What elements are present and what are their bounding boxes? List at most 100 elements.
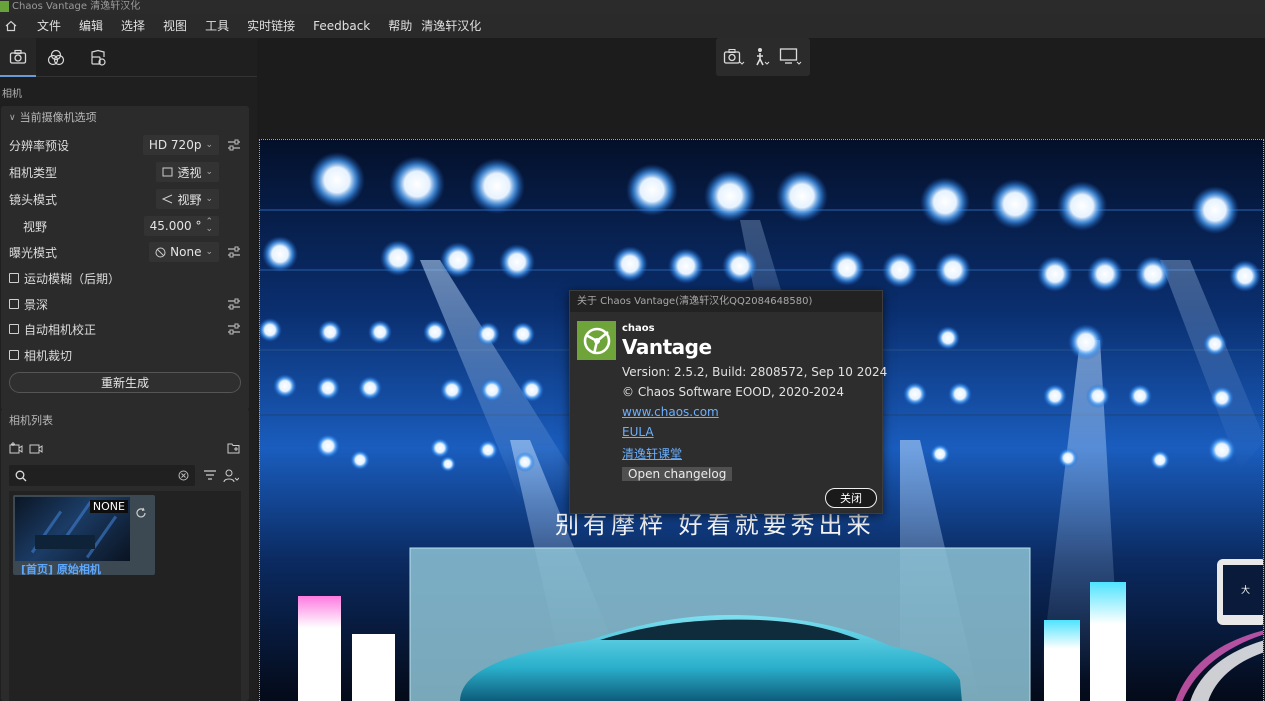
walk-mode-icon[interactable] bbox=[752, 47, 772, 67]
resolution-preset-label: 分辨率预设 bbox=[9, 138, 70, 153]
camera-snapshot-icon[interactable] bbox=[723, 47, 745, 67]
menu-select[interactable]: 选择 bbox=[112, 14, 154, 38]
add-folder-icon[interactable] bbox=[227, 441, 241, 455]
auto-camera-correction-row[interactable]: 自动相机校正 bbox=[9, 318, 241, 340]
camera-item[interactable]: NONE [首页] 原始相机 bbox=[13, 495, 155, 576]
spinner-arrows-icon[interactable]: ⌃ ⌄ bbox=[205, 218, 213, 234]
camera-name: [首页] 原始相机 bbox=[21, 563, 101, 576]
motion-blur-label: 运动模糊（后期） bbox=[24, 271, 121, 286]
camera-type-label: 相机类型 bbox=[9, 165, 58, 180]
camera-type-value: 透视 bbox=[177, 165, 202, 180]
fov-value: 45.000 ° bbox=[149, 219, 202, 233]
camera-type-row: 相机类型 透视 ⌄ bbox=[9, 161, 241, 183]
chevron-down-icon: ∨ bbox=[9, 113, 16, 123]
add-camera-icon[interactable] bbox=[9, 441, 23, 455]
camera-badge: NONE bbox=[89, 500, 128, 513]
depth-of-field-label: 景深 bbox=[24, 297, 49, 312]
color-circles-icon bbox=[47, 49, 65, 65]
resolution-preset-value: HD 720p bbox=[148, 138, 202, 152]
camera-options-title: 当前摄像机选项 bbox=[19, 111, 97, 124]
motion-blur-row[interactable]: 运动模糊（后期） bbox=[9, 267, 241, 289]
open-changelog-button[interactable]: Open changelog bbox=[622, 467, 733, 481]
camera-list-title: 相机列表 bbox=[9, 414, 53, 427]
camera-search-box bbox=[9, 465, 195, 486]
exposure-mode-select[interactable]: None ⌄ bbox=[149, 242, 219, 262]
exposure-mode-row: 曝光模式 None ⌄ bbox=[9, 241, 241, 263]
auto-camera-correction-label: 自动相机校正 bbox=[24, 322, 97, 337]
menu-bar: 文件 编辑 选择 视图 工具 实时链接 Feedback 帮助 清逸轩汉化 bbox=[0, 14, 1265, 38]
menu-edit[interactable]: 编辑 bbox=[70, 14, 112, 38]
menu-localization[interactable]: 清逸轩汉化 bbox=[421, 14, 490, 38]
lens-mode-select[interactable]: 视野 ⌄ bbox=[156, 189, 219, 209]
lens-mode-value: 视野 bbox=[177, 192, 202, 207]
eula-link[interactable]: EULA bbox=[622, 425, 654, 439]
resolution-preset-row: 分辨率预设 HD 720p ⌄ bbox=[9, 134, 241, 156]
camera-list-card: 相机列表 NONE [首页] 原始相机 bbox=[1, 409, 249, 701]
menu-tools[interactable]: 工具 bbox=[196, 14, 238, 38]
camera-crop-label: 相机裁切 bbox=[24, 348, 73, 363]
camera-options-header[interactable]: ∨ 当前摄像机选项 bbox=[1, 106, 249, 130]
camera-type-select[interactable]: 透视 ⌄ bbox=[156, 162, 219, 182]
close-button[interactable]: 关闭 bbox=[825, 488, 877, 508]
chevron-down-icon: ⌄ bbox=[205, 140, 213, 150]
sliders-icon[interactable] bbox=[227, 245, 241, 259]
regenerate-button[interactable]: 重新生成 bbox=[9, 372, 241, 393]
brand-vantage: Vantage bbox=[622, 335, 712, 359]
window-title: Chaos Vantage 清逸轩汉化 bbox=[12, 1, 141, 12]
menu-help[interactable]: 帮助 bbox=[379, 14, 421, 38]
tab-scene-settings[interactable] bbox=[80, 38, 116, 77]
chevron-down-icon: ⌄ bbox=[205, 167, 213, 177]
resolution-preset-select[interactable]: HD 720p ⌄ bbox=[142, 135, 219, 155]
search-icon bbox=[15, 470, 27, 481]
brand-chaos: chaos bbox=[622, 323, 655, 334]
tab-render-settings[interactable] bbox=[38, 38, 74, 77]
sliders-icon[interactable] bbox=[227, 322, 241, 336]
camera-crop-checkbox[interactable] bbox=[9, 350, 19, 360]
menu-file[interactable]: 文件 bbox=[28, 14, 70, 38]
vantage-logo-icon bbox=[577, 321, 616, 360]
lens-mode-label: 镜头模式 bbox=[9, 192, 58, 207]
depth-of-field-checkbox[interactable] bbox=[9, 299, 19, 309]
fov-spinbox[interactable]: 45.000 ° ⌃ ⌄ bbox=[143, 216, 219, 236]
home-icon[interactable] bbox=[0, 14, 22, 38]
screen-callout: 大 bbox=[1217, 559, 1263, 625]
about-dialog: 关于 Chaos Vantage(清逸轩汉化QQ2084648580) chao… bbox=[569, 290, 887, 514]
clear-search-icon[interactable] bbox=[178, 470, 189, 481]
title-bar: Chaos Vantage 清逸轩汉化 bbox=[0, 0, 1265, 14]
perspective-icon bbox=[162, 167, 173, 177]
depth-of-field-row[interactable]: 景深 bbox=[9, 293, 241, 315]
camera-from-view-icon[interactable] bbox=[29, 441, 43, 455]
menu-feedback[interactable]: Feedback bbox=[304, 14, 379, 38]
tutorial-link[interactable]: 清逸轩课堂 bbox=[622, 445, 682, 462]
none-icon bbox=[155, 247, 166, 257]
camera-list: NONE [首页] 原始相机 bbox=[9, 491, 241, 701]
chevron-down-icon: ⌄ bbox=[205, 194, 213, 204]
tab-camera[interactable] bbox=[0, 38, 36, 77]
copyright-info: © Chaos Software EOOD, 2020-2024 bbox=[622, 385, 845, 399]
exposure-mode-label: 曝光模式 bbox=[9, 245, 58, 260]
filter-icon[interactable] bbox=[203, 469, 217, 483]
menu-live-link[interactable]: 实时链接 bbox=[238, 14, 304, 38]
motion-blur-checkbox[interactable] bbox=[9, 273, 19, 283]
camera-list-toolbar bbox=[9, 439, 241, 457]
version-info: Version: 2.5.2, Build: 2808572, Sep 10 2… bbox=[622, 365, 888, 379]
website-link[interactable]: www.chaos.com bbox=[622, 405, 719, 419]
refresh-icon[interactable] bbox=[135, 507, 147, 519]
sliders-icon[interactable] bbox=[227, 297, 241, 311]
callout-text: 大 bbox=[1241, 586, 1251, 596]
gear-bulb-icon bbox=[91, 49, 106, 66]
about-dialog-title: 关于 Chaos Vantage(清逸轩汉化QQ2084648580) bbox=[570, 291, 882, 312]
camera-list-header: 相机列表 bbox=[1, 409, 249, 433]
camera-crop-row[interactable]: 相机裁切 bbox=[9, 344, 241, 366]
fov-row: 视野 45.000 ° ⌃ ⌄ bbox=[9, 215, 241, 237]
user-filter-icon[interactable] bbox=[223, 469, 239, 483]
display-icon[interactable] bbox=[779, 47, 803, 67]
menu-view[interactable]: 视图 bbox=[154, 14, 196, 38]
camera-search-input[interactable] bbox=[31, 469, 178, 482]
left-panel: 相机 ∨ 当前摄像机选项 分辨率预设 HD 720p ⌄ 相机类型 透视 ⌄ 镜… bbox=[0, 38, 257, 701]
exposure-mode-value: None bbox=[170, 245, 202, 259]
lens-mode-row: 镜头模式 视野 ⌄ bbox=[9, 188, 241, 210]
sliders-icon[interactable] bbox=[227, 138, 241, 152]
auto-camera-correction-checkbox[interactable] bbox=[9, 324, 19, 334]
section-label-camera: 相机 bbox=[2, 89, 22, 100]
